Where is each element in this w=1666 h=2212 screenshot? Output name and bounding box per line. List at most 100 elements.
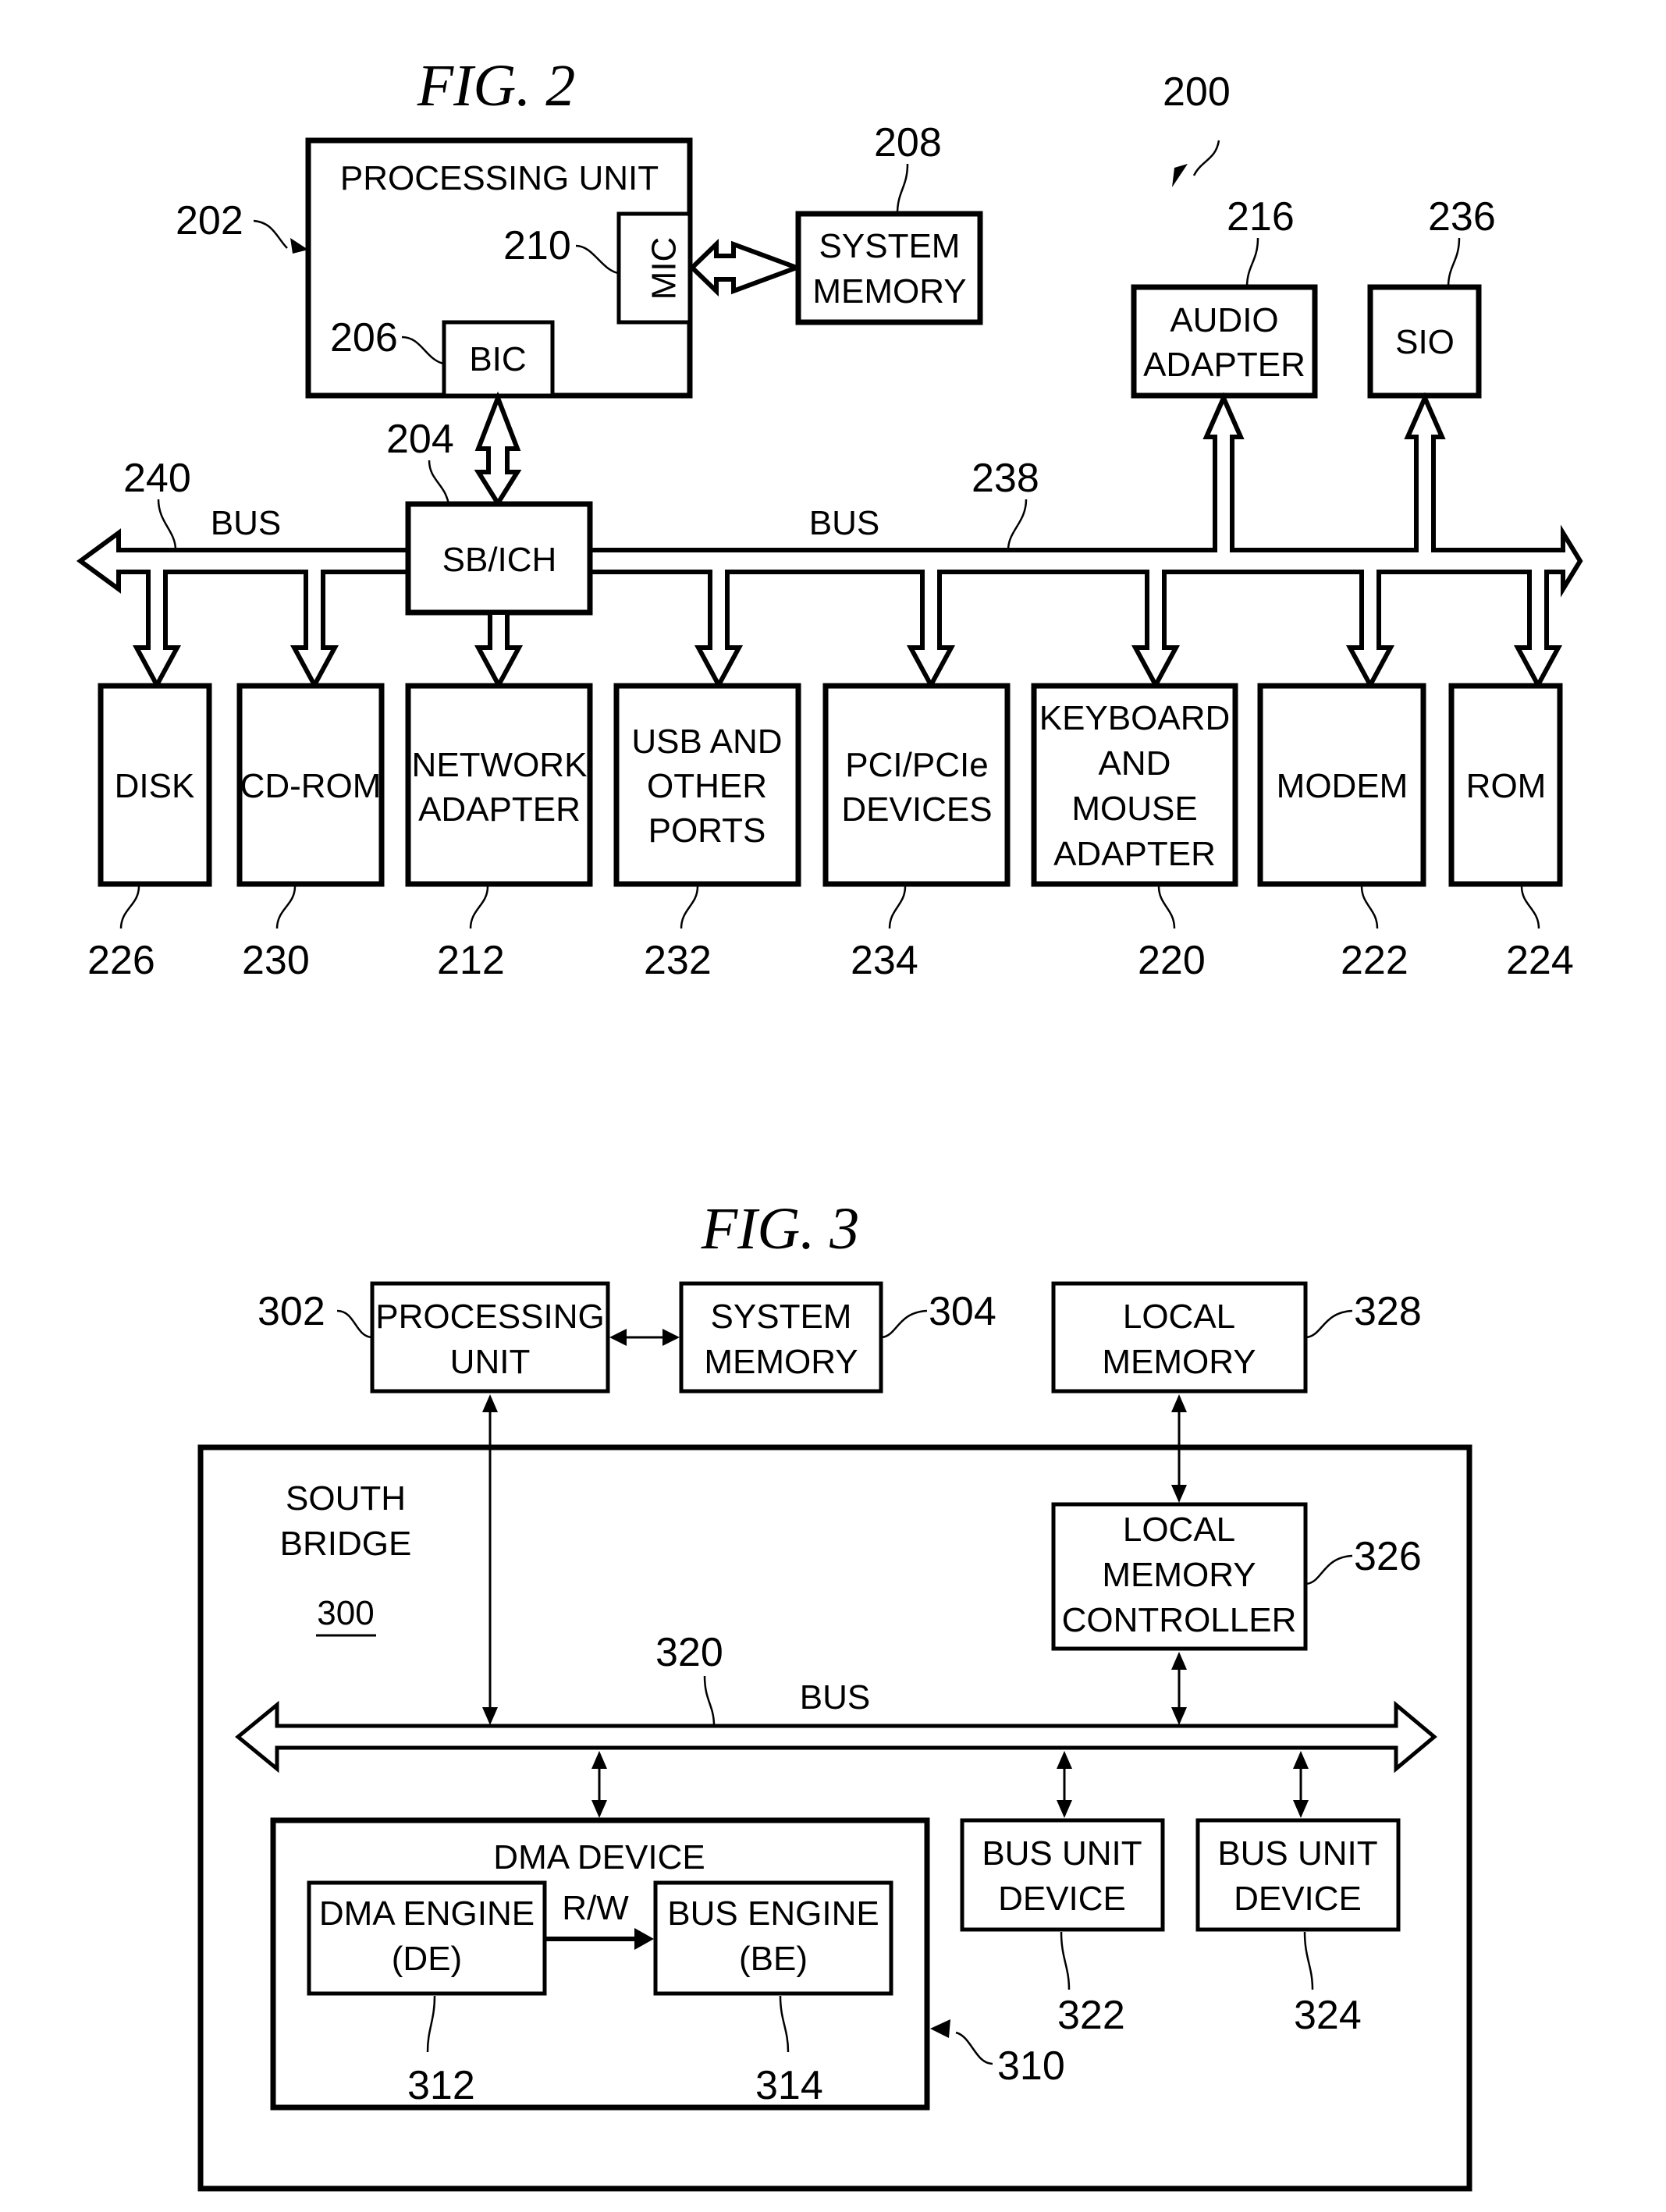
device-keyboard-mouse: KEYBOARD AND MOUSE ADAPTER 220 bbox=[1031, 683, 1238, 983]
mic-memory-link-arrow bbox=[688, 238, 804, 297]
system-memory-label-line2: MEMORY bbox=[812, 272, 966, 311]
ref-212: 212 bbox=[437, 938, 505, 983]
device-drop-arrows bbox=[132, 570, 1563, 691]
ref-220-leader bbox=[1157, 886, 1176, 929]
ref-312: 312 bbox=[407, 2063, 475, 2108]
ref-200-leader bbox=[1192, 140, 1220, 176]
ref-240-leader bbox=[157, 499, 177, 551]
ref-226: 226 bbox=[87, 938, 155, 983]
ref-232-leader bbox=[680, 886, 699, 929]
ref-328-leader bbox=[1305, 1309, 1353, 1339]
audio-adapter-label-line2: ADAPTER bbox=[1143, 346, 1305, 384]
device-disk: DISK 226 bbox=[87, 683, 212, 983]
bus-to-sio-arrow bbox=[1404, 392, 1446, 552]
ref-314: 314 bbox=[755, 2063, 823, 2108]
bus-left-label: BUS bbox=[211, 504, 281, 542]
ref-302-leader bbox=[336, 1309, 372, 1339]
usb-label-line1: USB AND bbox=[631, 723, 782, 761]
fig3-system-memory-line2: MEMORY bbox=[704, 1343, 858, 1381]
lmc-line1: LOCAL bbox=[1123, 1511, 1235, 1549]
device-cdrom: CD-ROM 230 bbox=[236, 683, 385, 983]
ref-302: 302 bbox=[258, 1289, 325, 1334]
ref-230: 230 bbox=[242, 938, 310, 983]
ref-202-leader bbox=[253, 219, 288, 249]
ref-236-leader bbox=[1447, 237, 1461, 288]
bus-unit-1-line2: DEVICE bbox=[998, 1880, 1126, 1918]
arrow-to-modem bbox=[1345, 570, 1395, 691]
network-adapter-box bbox=[405, 683, 593, 887]
pci-label-line1: PCI/PCIe bbox=[845, 746, 988, 784]
bic-label: BIC bbox=[469, 340, 526, 378]
ref-230-leader bbox=[275, 886, 297, 929]
pu-sysmem-arrowhead-right bbox=[662, 1329, 680, 1346]
bic-sbich-link-arrow bbox=[474, 391, 522, 508]
pu-bus-arrowhead-up bbox=[482, 1394, 498, 1412]
ref-326: 326 bbox=[1354, 1534, 1422, 1579]
rom-label: ROM bbox=[1466, 767, 1547, 805]
ref-234: 234 bbox=[851, 938, 918, 983]
ref-208: 208 bbox=[874, 120, 942, 165]
south-bridge-line2: BRIDGE bbox=[280, 1525, 412, 1563]
ref-222: 222 bbox=[1341, 938, 1408, 983]
processing-unit-label: PROCESSING UNIT bbox=[340, 159, 659, 197]
ref-226-leader bbox=[119, 886, 140, 929]
ref-200: 200 bbox=[1163, 69, 1231, 115]
network-adapter-label-line2: ADAPTER bbox=[418, 790, 581, 829]
fig3-title: FIG. 3 bbox=[701, 1196, 860, 1262]
ref-310: 310 bbox=[997, 2043, 1065, 2089]
pci-box bbox=[822, 683, 1011, 887]
pu-sysmem-arrowhead-left bbox=[609, 1329, 627, 1346]
keyboard-label-line2: AND bbox=[1099, 744, 1171, 783]
ref-222-leader bbox=[1360, 886, 1379, 929]
fig3-system-memory-line1: SYSTEM bbox=[711, 1298, 852, 1336]
modem-label: MODEM bbox=[1277, 767, 1408, 805]
ref-232: 232 bbox=[644, 938, 712, 983]
keyboard-label-line3: MOUSE bbox=[1071, 790, 1197, 828]
lmc-line2: MEMORY bbox=[1102, 1556, 1256, 1594]
device-modem: MODEM 222 bbox=[1257, 683, 1426, 983]
ref-322: 322 bbox=[1057, 1993, 1125, 2038]
fig3-processing-unit-line2: UNIT bbox=[450, 1343, 531, 1381]
audio-adapter-label-line1: AUDIO bbox=[1170, 301, 1278, 339]
arrow-to-network bbox=[474, 610, 524, 691]
device-usb-ports: USB AND OTHER PORTS 232 bbox=[613, 683, 801, 983]
bus-engine-line2: (BE) bbox=[739, 1940, 808, 1978]
ref-320: 320 bbox=[655, 1630, 723, 1675]
bus-unit-2-line2: DEVICE bbox=[1234, 1880, 1362, 1918]
ref-212-leader bbox=[469, 886, 489, 929]
local-memory-line2: MEMORY bbox=[1102, 1343, 1256, 1381]
disk-label: DISK bbox=[115, 767, 195, 805]
lmc-line3: CONTROLLER bbox=[1062, 1601, 1297, 1639]
ref-204: 204 bbox=[386, 417, 454, 462]
arrow-to-keyboard bbox=[1131, 570, 1181, 691]
ref-224: 224 bbox=[1506, 938, 1574, 983]
ref-220: 220 bbox=[1138, 938, 1206, 983]
device-rom: ROM 224 bbox=[1448, 683, 1574, 983]
ref-328: 328 bbox=[1354, 1289, 1422, 1334]
fig2-title: FIG. 2 bbox=[417, 53, 576, 119]
south-bridge-ref: 300 bbox=[317, 1594, 374, 1632]
cdrom-label: CD-ROM bbox=[240, 767, 382, 805]
ref-210: 210 bbox=[503, 223, 571, 268]
usb-label-line3: PORTS bbox=[648, 811, 766, 850]
bus-engine-line1: BUS ENGINE bbox=[667, 1894, 879, 1933]
ref-208-leader bbox=[896, 163, 909, 215]
device-pci: PCI/PCIe DEVICES 234 bbox=[822, 683, 1011, 983]
usb-label-line2: OTHER bbox=[647, 767, 767, 805]
bus-right-label: BUS bbox=[809, 504, 879, 542]
dma-engine-line1: DMA ENGINE bbox=[319, 1894, 535, 1933]
dma-engine-line2: (DE) bbox=[392, 1940, 462, 1978]
ref-324: 324 bbox=[1294, 1993, 1362, 2038]
device-network-adapter: NETWORK ADAPTER 212 bbox=[405, 683, 593, 983]
bus-unit-1-line1: BUS UNIT bbox=[982, 1834, 1142, 1873]
ref-202: 202 bbox=[176, 198, 243, 243]
arrow-to-pci bbox=[906, 570, 956, 691]
ref-304: 304 bbox=[929, 1289, 996, 1334]
localmem-arrowhead-up bbox=[1171, 1394, 1187, 1412]
rw-label: R/W bbox=[562, 1889, 629, 1927]
sio-label: SIO bbox=[1395, 323, 1455, 361]
arrow-to-disk bbox=[132, 570, 182, 691]
arrow-to-cdrom bbox=[290, 570, 339, 691]
keyboard-label-line1: KEYBOARD bbox=[1039, 699, 1231, 737]
ref-204-leader bbox=[428, 460, 450, 505]
